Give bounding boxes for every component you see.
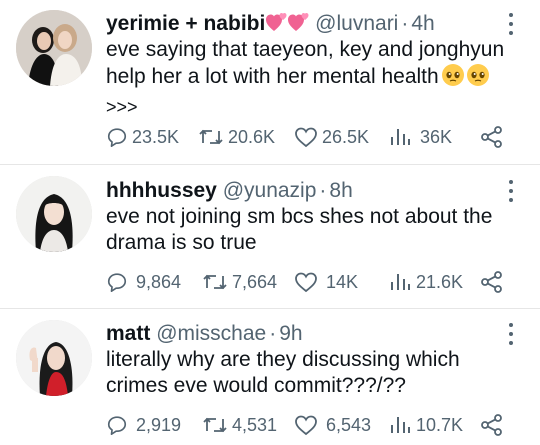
share-button[interactable] [480, 124, 504, 150]
separator-dot: · [269, 322, 277, 345]
tweet-text: eve not joining sm bcs shes not about th… [106, 205, 499, 254]
heart-icon [295, 272, 317, 293]
retweet-icon [203, 417, 227, 433]
like-button[interactable]: 26.5K [294, 124, 369, 150]
retweet-count: 20.6K [228, 126, 276, 147]
more-options-icon[interactable] [508, 180, 514, 202]
retweet-button[interactable]: 20.6K [198, 124, 275, 150]
reply-icon [107, 416, 127, 435]
user-handle[interactable]: @luvnari [315, 12, 398, 35]
like-count: 6,543 [326, 414, 372, 435]
views-count: 10.7K [416, 414, 464, 435]
retweet-button[interactable]: 4,531 [202, 412, 277, 438]
like-button[interactable]: 6,543 [294, 412, 371, 438]
reply-count: 2,919 [136, 414, 182, 435]
user-handle[interactable]: @yunazip [223, 179, 317, 202]
views-chart-icon [391, 417, 410, 433]
retweet-count: 4,531 [232, 414, 278, 435]
tweet-actions: 9,864 7,664 14K 21.6K [106, 269, 526, 295]
tweet-header: matt @misschae · 9h [106, 321, 303, 347]
retweet-count: 7,664 [232, 271, 278, 292]
share-icon [481, 126, 502, 148]
display-name[interactable]: yerimie + nabibi [106, 12, 265, 35]
more-options-icon[interactable] [508, 13, 514, 35]
like-button[interactable]: 14K [294, 269, 358, 295]
views-button[interactable]: 21.6K [388, 269, 463, 295]
pleading-face-emoji [441, 63, 491, 94]
tweet-actions: 23.5K 20.6K 26.5K 36K [106, 124, 526, 150]
tweet-header: yerimie + nabibi @luvnari · 4h [106, 11, 435, 37]
tweet-text: literally why are they discussing which … [106, 348, 466, 397]
like-count: 26.5K [322, 126, 370, 147]
tweet-actions: 2,919 4,531 6,543 10.7K [106, 412, 526, 438]
display-name[interactable]: matt [106, 322, 150, 345]
views-count: 21.6K [416, 271, 464, 292]
separator-dot: · [401, 12, 409, 35]
retweet-icon [199, 129, 223, 145]
tweet[interactable]: hhhhussey @yunazip · 8h eve not joining sm… [0, 165, 540, 308]
tweet-feed: yerimie + nabibi @luvnari · 4h eve saying … [0, 0, 540, 445]
tweet[interactable]: matt @misschae · 9h literally why are they… [0, 309, 540, 445]
share-icon [481, 271, 502, 293]
timestamp[interactable]: 8h [329, 179, 352, 202]
reply-count: 9,864 [136, 271, 182, 292]
reply-icon [107, 273, 127, 292]
views-button[interactable]: 10.7K [388, 412, 463, 438]
share-button[interactable] [480, 269, 504, 295]
revolving-hearts-emoji [265, 11, 309, 40]
timestamp[interactable]: 9h [279, 322, 302, 345]
tweet[interactable]: yerimie + nabibi @luvnari · 4h eve saying … [0, 0, 540, 163]
timestamp[interactable]: 4h [411, 12, 434, 35]
share-button[interactable] [480, 412, 504, 438]
reply-button[interactable]: 2,919 [106, 412, 181, 438]
avatar[interactable] [16, 320, 92, 396]
reply-icon [107, 128, 127, 147]
continuation-marker: >>> [106, 97, 138, 117]
retweet-icon [203, 274, 227, 290]
share-icon [481, 414, 502, 436]
views-button[interactable]: 36K [388, 124, 452, 150]
views-chart-icon [391, 129, 410, 145]
reply-button[interactable]: 9,864 [106, 269, 181, 295]
tweet-text: eve saying that taeyeon, key and jonghyu… [106, 37, 516, 120]
views-chart-icon [391, 274, 410, 290]
reply-count: 23.5K [132, 126, 180, 147]
reply-button[interactable]: 23.5K [106, 124, 179, 150]
user-handle[interactable]: @misschae [156, 322, 266, 345]
avatar[interactable] [16, 176, 92, 252]
display-name[interactable]: hhhhussey [106, 179, 217, 202]
retweet-button[interactable]: 7,664 [202, 269, 277, 295]
separator-dot: · [319, 179, 327, 202]
views-count: 36K [420, 126, 453, 147]
more-options-icon[interactable] [508, 323, 514, 345]
avatar[interactable] [16, 10, 92, 86]
tweet-header: hhhhussey @yunazip · 8h [106, 178, 353, 204]
heart-icon [295, 415, 317, 436]
like-count: 14K [326, 271, 359, 292]
heart-icon [295, 127, 317, 148]
